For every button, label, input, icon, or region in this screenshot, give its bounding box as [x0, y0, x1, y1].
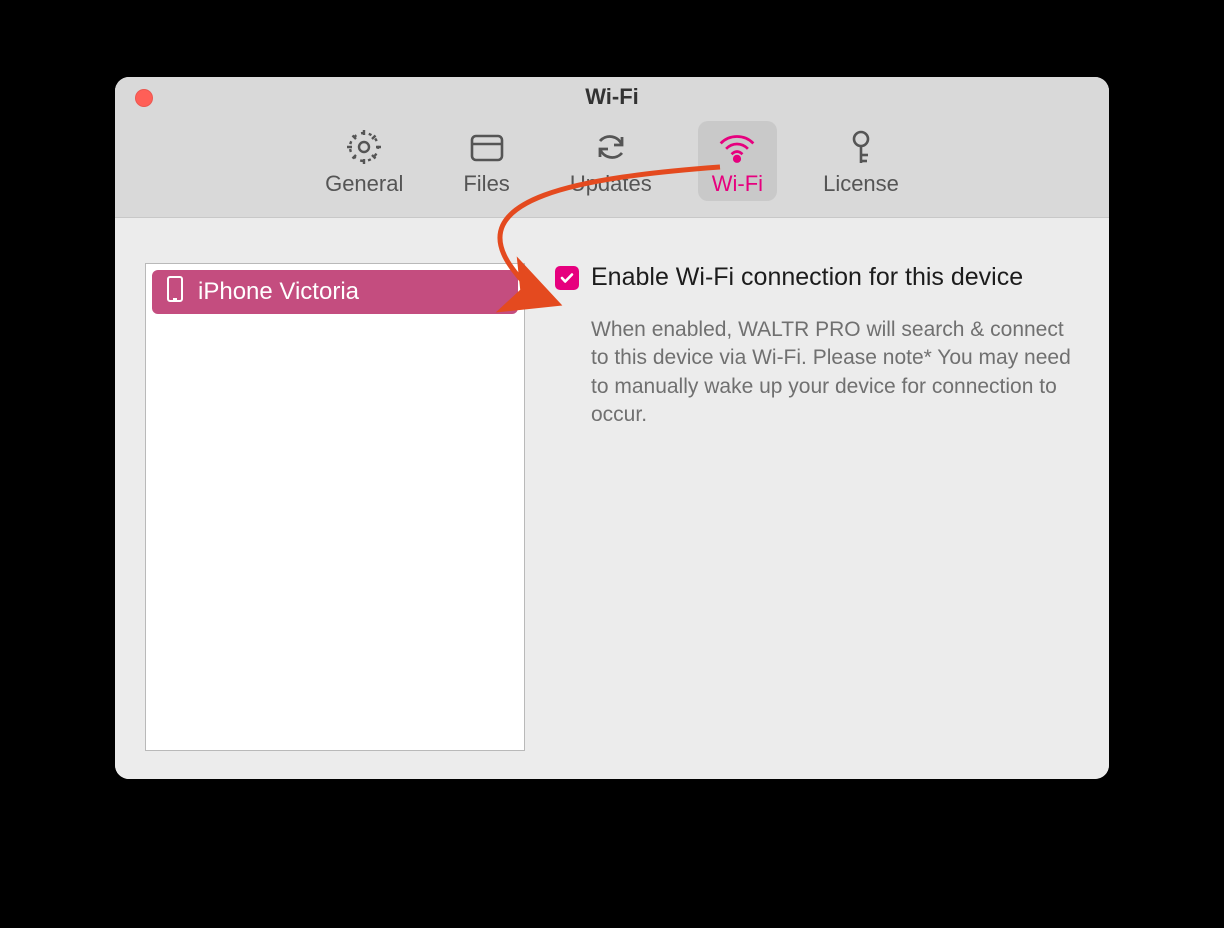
preferences-toolbar: General Files Updates: [115, 117, 1109, 218]
folder-icon: [467, 127, 507, 167]
refresh-icon: [591, 127, 631, 167]
close-window-button[interactable]: [135, 89, 153, 107]
tab-updates[interactable]: Updates: [556, 121, 666, 201]
tab-label: Files: [463, 171, 509, 197]
enable-wifi-checkbox[interactable]: [555, 266, 579, 290]
titlebar: Wi-Fi: [115, 77, 1109, 117]
device-name: iPhone Victoria: [198, 278, 359, 306]
enable-wifi-row: Enable Wi-Fi connection for this device: [555, 263, 1079, 292]
wifi-settings-panel: Enable Wi-Fi connection for this device …: [555, 263, 1079, 429]
tab-label: General: [325, 171, 403, 197]
wifi-icon: [717, 127, 757, 167]
tab-license[interactable]: License: [809, 121, 913, 201]
preferences-body: iPhone Victoria Enable Wi-Fi connection …: [115, 227, 1109, 779]
tab-label: Wi-Fi: [712, 171, 763, 197]
phone-icon: [166, 275, 184, 310]
preferences-window: Wi-Fi General Files: [115, 77, 1109, 779]
tab-general[interactable]: General: [311, 121, 417, 201]
tab-files[interactable]: Files: [449, 121, 523, 201]
tab-label: License: [823, 171, 899, 197]
key-icon: [841, 127, 881, 167]
checkmark-icon: [559, 270, 575, 286]
enable-wifi-description: When enabled, WALTR PRO will search & co…: [591, 316, 1079, 429]
device-list[interactable]: iPhone Victoria: [145, 263, 525, 751]
enable-wifi-label: Enable Wi-Fi connection for this device: [591, 263, 1023, 292]
window-title: Wi-Fi: [585, 84, 639, 110]
gear-icon: [344, 127, 384, 167]
device-list-item[interactable]: iPhone Victoria: [152, 270, 518, 314]
tab-wifi[interactable]: Wi-Fi: [698, 121, 777, 201]
tab-label: Updates: [570, 171, 652, 197]
window-controls: [135, 89, 153, 107]
